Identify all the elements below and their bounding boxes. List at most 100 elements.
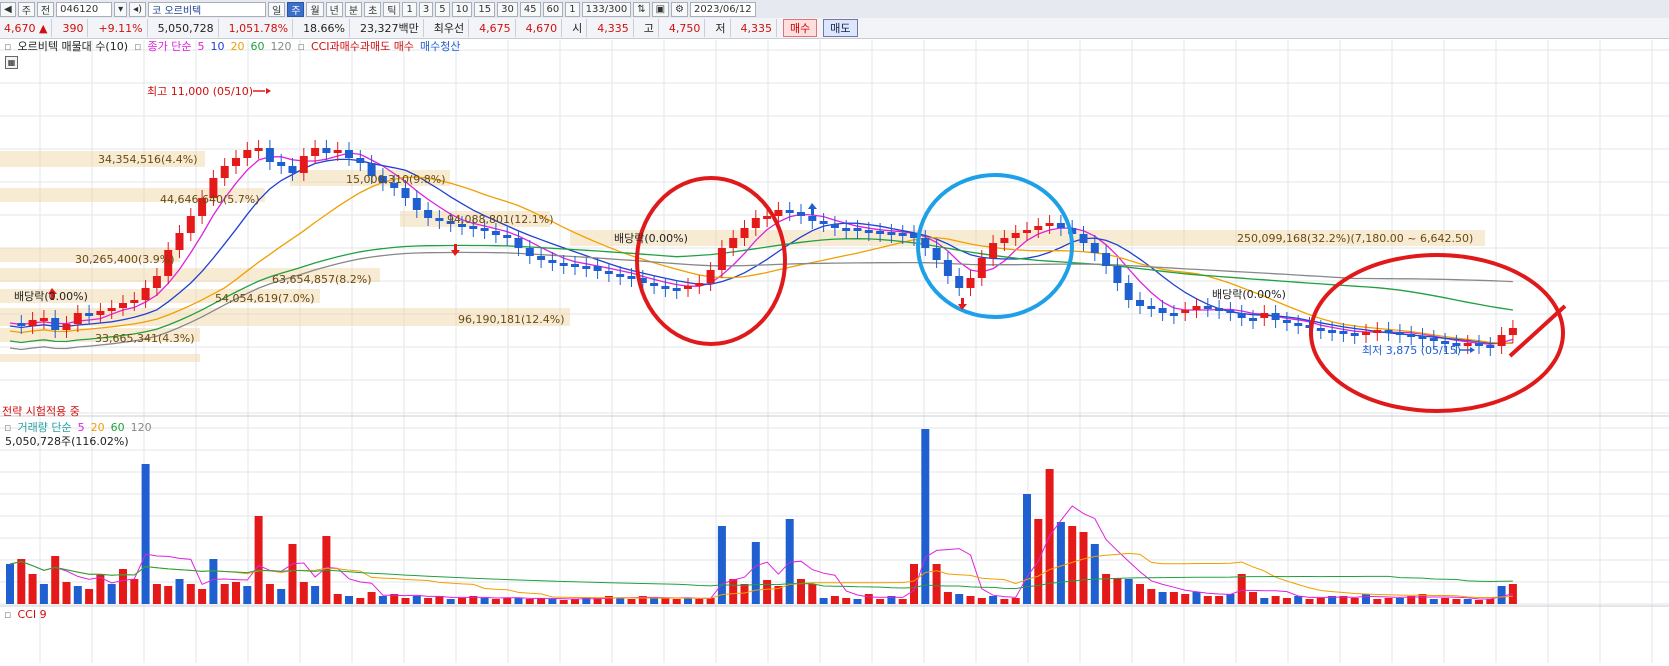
volume-bar xyxy=(220,584,229,604)
vol-ma-5: 5 xyxy=(77,420,85,434)
profile-label: 96,190,181(12.4%) xyxy=(458,313,565,326)
stock-name-field[interactable]: 코 오르비텍 xyxy=(148,1,267,17)
search-icon[interactable]: ▾ xyxy=(114,1,128,17)
candle-body xyxy=(582,266,591,269)
down-arrow-marker xyxy=(808,203,817,215)
legend-square-icon: ▫ xyxy=(4,39,12,53)
dividend-label: 배당락(0.00%) xyxy=(14,290,88,303)
count-field[interactable]: 133/300 xyxy=(581,1,632,17)
period-week[interactable]: 주 xyxy=(287,1,305,17)
volume-bar xyxy=(525,599,534,604)
candle-body xyxy=(1282,320,1291,323)
volume-bar xyxy=(164,586,173,604)
volume-bar xyxy=(62,582,71,604)
candle-body xyxy=(887,232,896,235)
chart-toolbar: ◀ 주 전 046120 ▾ ◂) 코 오르비텍 일 주 월 년 분 초 틱 1… xyxy=(0,0,1669,19)
candle-body xyxy=(661,286,670,289)
candle-body xyxy=(96,311,105,315)
volume-bar xyxy=(1113,578,1122,604)
period-year[interactable]: 년 xyxy=(325,1,343,17)
candle-body xyxy=(333,150,342,153)
period-month[interactable]: 월 xyxy=(306,1,324,17)
interval-5[interactable]: 5 xyxy=(435,1,450,17)
market-select[interactable]: 전 xyxy=(36,1,55,17)
chart-area[interactable]: ▫ 오르비텍 매물대 수(10) ▫ 종가 단순 5 10 20 60 120 … xyxy=(0,38,1669,663)
candle-body xyxy=(1034,226,1043,230)
open-label: 시 xyxy=(568,19,588,37)
volume-bar xyxy=(39,584,48,604)
volume-bar xyxy=(130,579,139,604)
candle-body xyxy=(345,150,353,158)
buy-button[interactable]: 매수 xyxy=(783,19,818,37)
candle-body xyxy=(243,150,252,158)
volume-bar xyxy=(1136,584,1144,604)
speaker-icon[interactable]: ◂) xyxy=(129,1,147,17)
profile-label: 15,000,310(9.8%) xyxy=(346,173,446,186)
period-day[interactable]: 일 xyxy=(268,1,286,17)
sell-button[interactable]: 매도 xyxy=(823,19,858,37)
volume-bar xyxy=(1271,596,1280,604)
volume-bar xyxy=(209,559,218,604)
candle-body xyxy=(797,212,805,216)
volume-profile xyxy=(0,151,1485,362)
volume-bar xyxy=(503,598,512,604)
unit-select[interactable]: 1 xyxy=(565,1,580,17)
volume-bar xyxy=(198,589,207,604)
gear-icon[interactable]: ⚙ xyxy=(671,1,689,17)
red-circle-1 xyxy=(635,176,787,346)
ma-60: 60 xyxy=(250,39,265,53)
volume-bar xyxy=(265,584,274,604)
candle-body xyxy=(51,318,60,330)
period-tick[interactable]: 틱 xyxy=(383,1,401,17)
volume-bar xyxy=(1486,599,1495,604)
profile-label: 63,654,857(8.2%) xyxy=(272,273,372,286)
price-legend-title: 오르비텍 매물대 수(10) xyxy=(17,40,129,53)
interval-10[interactable]: 10 xyxy=(451,1,473,17)
volume-bar xyxy=(186,584,195,604)
highest-label: 최고 11,000 (05/10) xyxy=(147,85,254,98)
volume-bar xyxy=(356,598,365,604)
profile-label: 44,646,640(5.7%) xyxy=(160,193,260,206)
candle-body xyxy=(1113,266,1122,283)
strategy-status: 전략 시험적용 중 xyxy=(2,405,80,418)
period-minute[interactable]: 분 xyxy=(344,1,363,17)
candle-body xyxy=(491,231,500,235)
nav-prev-button[interactable]: ◀ xyxy=(0,1,16,17)
candle-body xyxy=(141,288,150,300)
candle-body xyxy=(1294,323,1303,326)
stock-code-input[interactable]: 046120 xyxy=(56,1,113,17)
mode-select[interactable]: 주 xyxy=(17,1,35,17)
ma-10: 10 xyxy=(210,39,225,53)
high-label: 고 xyxy=(640,19,659,37)
interval-30[interactable]: 30 xyxy=(497,1,518,17)
save-icon[interactable]: ▣ xyxy=(651,1,670,17)
volume-bar xyxy=(1169,592,1178,604)
volume-bar xyxy=(1192,592,1201,604)
price-legend: ▫ 오르비텍 매물대 수(10) ▫ 종가 단순 5 10 20 60 120 … xyxy=(4,38,460,54)
tool-icon[interactable]: ⇅ xyxy=(633,1,650,17)
interval-45[interactable]: 45 xyxy=(519,1,541,17)
chart-settings-icon[interactable]: ▦ xyxy=(5,56,18,69)
volume-bar xyxy=(932,564,941,604)
candle-body xyxy=(28,320,37,326)
candle-body xyxy=(1328,330,1337,333)
candle-body xyxy=(571,264,579,267)
candle-body xyxy=(1271,313,1280,320)
price-change: 390 xyxy=(58,19,89,37)
interval-3[interactable]: 3 xyxy=(418,1,434,17)
volume-bar xyxy=(1373,599,1382,604)
candle-body xyxy=(864,230,873,233)
interval-1[interactable]: 1 xyxy=(402,1,417,17)
volume-bar xyxy=(435,596,444,604)
volume-bar xyxy=(367,592,376,604)
candle-body xyxy=(220,166,229,178)
candle-body xyxy=(254,148,263,151)
interval-15[interactable]: 15 xyxy=(474,1,496,17)
volume-bar xyxy=(1294,596,1303,604)
candle-body xyxy=(480,228,489,231)
date-field[interactable]: 2023/06/12 xyxy=(690,1,757,17)
period-second[interactable]: 초 xyxy=(364,1,382,17)
signal-exit-label: 매수청산 xyxy=(420,40,461,53)
volume-bar xyxy=(559,600,568,604)
interval-60[interactable]: 60 xyxy=(542,1,564,17)
